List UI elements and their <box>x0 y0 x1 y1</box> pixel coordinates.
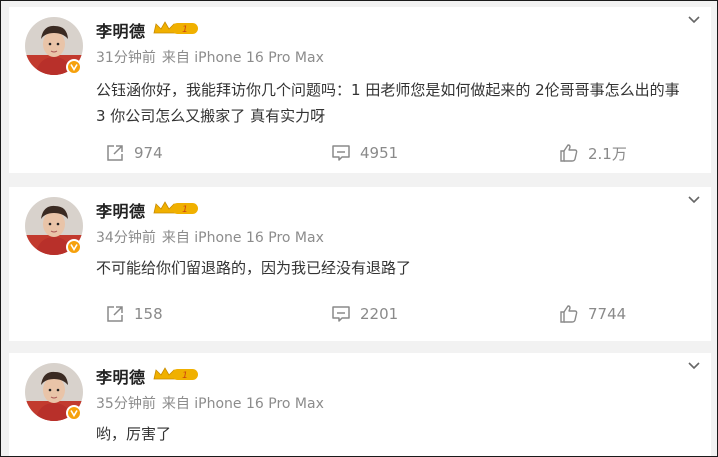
crown-level-icon[interactable]: 1 <box>152 199 200 221</box>
share-count: 974 <box>134 144 163 162</box>
like-button[interactable]: 2.1万 <box>559 141 627 165</box>
author-name[interactable]: 李明德 <box>96 198 146 222</box>
share-button[interactable]: 158 <box>105 302 163 326</box>
post-meta: 31分钟前 来自 iPhone 16 Pro Max <box>96 47 324 67</box>
crown-level-icon[interactable]: 1 <box>152 19 200 41</box>
post-card: 李明德 1 31分钟前 来自 iPhone 16 Pro Max 公钰涵你好，我能… <box>9 7 711 173</box>
comment-count: 4951 <box>360 144 399 162</box>
avatar[interactable] <box>25 363 83 421</box>
comment-icon <box>332 145 350 161</box>
post-source: 来自 iPhone 16 Pro Max <box>161 396 324 412</box>
comment-button[interactable]: 2201 <box>331 302 398 326</box>
avatar[interactable] <box>25 197 83 255</box>
post-actions: 158 2201 7744 <box>9 302 711 326</box>
level-number: 1 <box>182 205 188 215</box>
post-source: 来自 iPhone 16 Pro Max <box>161 50 324 66</box>
post-source: 来自 iPhone 16 Pro Max <box>161 230 324 246</box>
verified-v-icon <box>66 239 82 255</box>
chevron-down-icon[interactable] <box>685 11 703 29</box>
author-name[interactable]: 李明德 <box>96 364 146 388</box>
verified-v-icon <box>66 59 82 75</box>
weibo-feed: 李明德 1 31分钟前 来自 iPhone 16 Pro Max 公钰涵你好，我能… <box>0 0 718 457</box>
share-icon <box>107 306 123 322</box>
author-name[interactable]: 李明德 <box>96 18 146 42</box>
post-meta: 35分钟前 来自 iPhone 16 Pro Max <box>96 393 324 413</box>
post-text: 哟，厉害了 <box>96 425 172 443</box>
comment-count: 2201 <box>360 305 399 323</box>
post-actions: 974 4951 2.1万 <box>9 141 711 165</box>
post-text: 公钰涵你好，我能拜访你几个问题吗：1 田老师您是如何做起来的 2伦哥哥事怎么出的… <box>96 81 680 125</box>
thumbs-up-icon <box>560 144 578 162</box>
share-icon <box>107 145 123 161</box>
post-time[interactable]: 35分钟前 <box>96 396 156 412</box>
comment-button[interactable]: 4951 <box>331 141 398 165</box>
like-count: 7744 <box>588 305 627 323</box>
post-card: 李明德 1 35分钟前 来自 iPhone 16 Pro Max 哟，厉害了 <box>9 353 711 456</box>
thumbs-up-icon <box>560 305 578 323</box>
post-time[interactable]: 34分钟前 <box>96 230 156 246</box>
post-text: 不可能给你们留退路的，因为我已经没有退路了 <box>96 259 412 277</box>
like-count: 2.1万 <box>588 144 627 163</box>
crown-level-icon[interactable]: 1 <box>152 365 200 387</box>
level-number: 1 <box>182 25 188 35</box>
avatar[interactable] <box>25 17 83 75</box>
chevron-down-icon[interactable] <box>685 191 703 209</box>
post-card: 李明德 1 34分钟前 来自 iPhone 16 Pro Max 不可能给你们留退… <box>9 187 711 341</box>
post-time[interactable]: 31分钟前 <box>96 50 156 66</box>
verified-v-icon <box>66 405 82 421</box>
chevron-down-icon[interactable] <box>685 357 703 375</box>
share-count: 158 <box>134 305 163 323</box>
comment-icon <box>332 306 350 322</box>
level-number: 1 <box>182 371 188 381</box>
post-meta: 34分钟前 来自 iPhone 16 Pro Max <box>96 227 324 247</box>
like-button[interactable]: 7744 <box>559 302 626 326</box>
share-button[interactable]: 974 <box>105 141 163 165</box>
